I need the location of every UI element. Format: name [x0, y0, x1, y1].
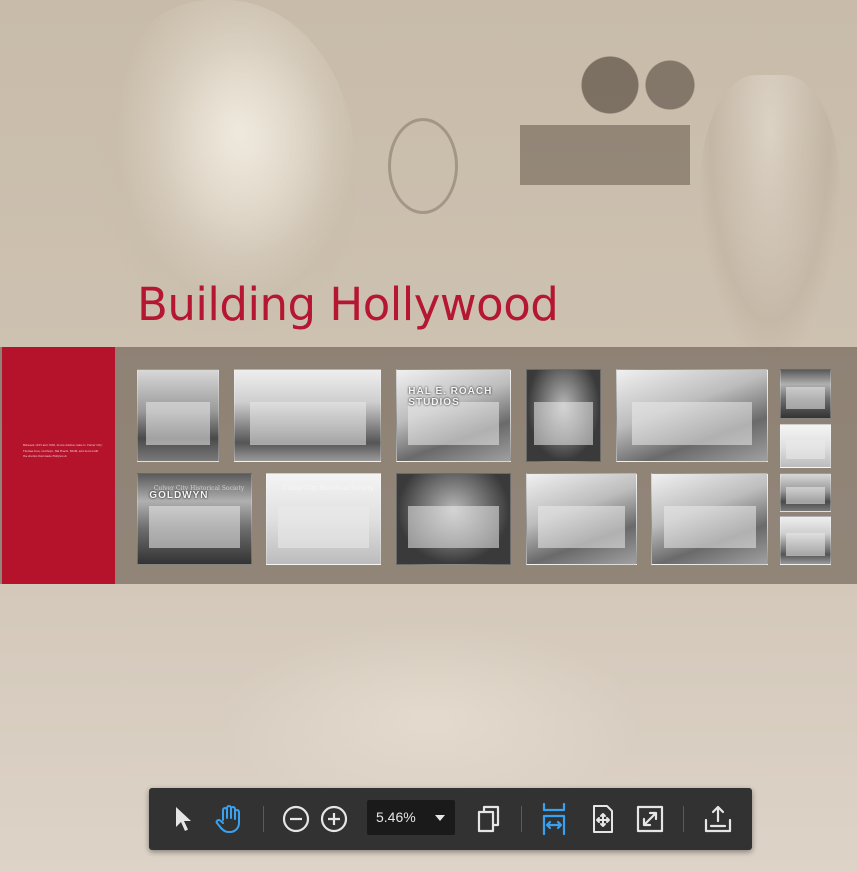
intro-text: Between 1915 and 1930, movie studios cam… [23, 444, 103, 459]
hal-roach-studios-photo: HAL E. ROACH STUDIOS [396, 369, 511, 462]
studio-guard-photo [396, 473, 511, 565]
culver-theatre-photo [780, 473, 831, 512]
zoom-select[interactable]: 5.46% [367, 800, 455, 835]
studio-gate-photo [137, 369, 219, 462]
microphone-background-image [388, 118, 458, 214]
poster-title: Building Hollywood [137, 278, 559, 331]
cameraman-background-image [700, 75, 840, 355]
document-photo [780, 424, 831, 468]
goldwyn-sign-photo: GOLDWYN Culver City Historical Society [137, 473, 252, 565]
studio-warehouse-photo [526, 473, 637, 565]
zoom-value: 5.46% [376, 809, 416, 825]
colonnade-building-photo: Culver City Historical Society [266, 473, 381, 565]
arrow-cursor-icon[interactable] [167, 803, 199, 835]
intro-panel: Between 1915 and 1930, movie studios cam… [2, 347, 115, 584]
photo-sign-text: HAL E. ROACH STUDIOS [408, 386, 493, 409]
camera-background-image [500, 55, 700, 195]
zoom-in-icon[interactable] [318, 803, 350, 835]
studio-street-photo [234, 369, 381, 462]
chevron-down-icon [435, 815, 445, 821]
photo-watermark: Culver City Historical Society [153, 484, 245, 492]
export-icon[interactable] [702, 803, 734, 835]
photo-sign-text: GOLDWYN [149, 490, 209, 502]
film-set-photo [526, 369, 601, 462]
camera-crane-photo [780, 369, 831, 419]
viewer-toolbar: 5.46% [149, 788, 752, 850]
page-display-icon[interactable] [473, 803, 505, 835]
fit-width-icon[interactable] [538, 802, 570, 836]
stage-crew-photo [616, 369, 768, 462]
studio-office-building-photo [651, 473, 768, 565]
hand-icon[interactable] [213, 803, 245, 835]
zoom-out-icon[interactable] [280, 803, 312, 835]
fit-page-icon[interactable] [587, 803, 619, 835]
street-scene-photo [780, 516, 831, 565]
full-screen-icon[interactable] [634, 803, 666, 835]
photo-watermark: Culver City Historical Society [282, 484, 374, 492]
document-page: Building Hollywood Between 1915 and 1930… [0, 0, 857, 871]
